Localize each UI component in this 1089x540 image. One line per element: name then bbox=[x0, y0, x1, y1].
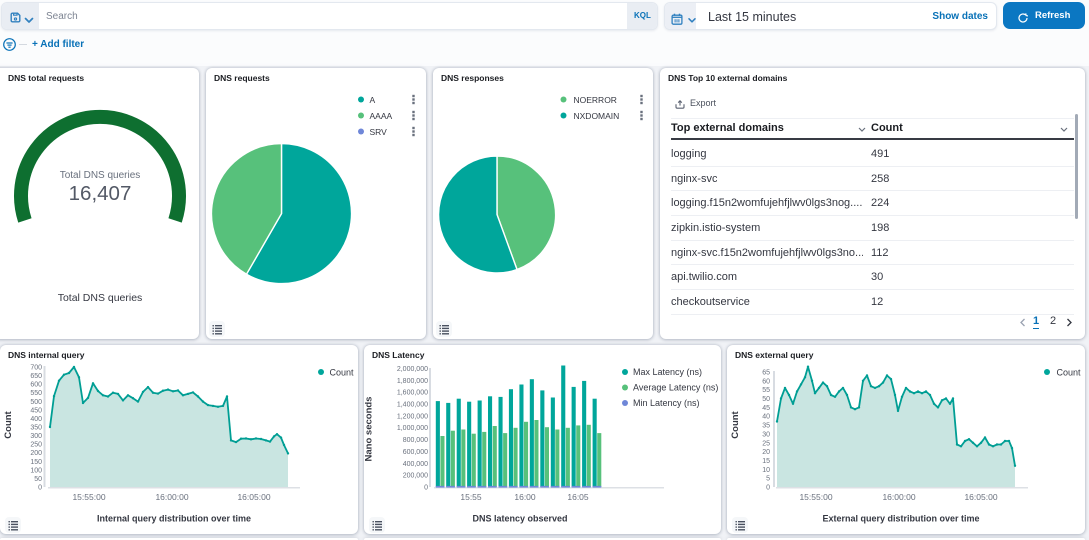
svg-text:5: 5 bbox=[766, 476, 770, 483]
svg-text:350: 350 bbox=[30, 425, 42, 432]
svg-text:450: 450 bbox=[30, 407, 42, 414]
svg-text:550: 550 bbox=[30, 390, 42, 397]
svg-text:NOERROR: NOERROR bbox=[574, 95, 617, 105]
svg-text:1,000,000: 1,000,000 bbox=[397, 425, 428, 432]
svg-text:15:55: 15:55 bbox=[460, 492, 482, 502]
svg-text:100: 100 bbox=[30, 467, 42, 474]
svg-text:600: 600 bbox=[30, 382, 42, 389]
svg-text:1,200,000: 1,200,000 bbox=[397, 413, 428, 420]
svg-text:65: 65 bbox=[762, 370, 770, 377]
svg-text:SRV: SRV bbox=[370, 127, 388, 137]
svg-text:600,000: 600,000 bbox=[403, 449, 428, 456]
svg-text:1,400,000: 1,400,000 bbox=[397, 402, 428, 409]
svg-text:400,000: 400,000 bbox=[403, 461, 428, 468]
svg-text:Count: Count bbox=[3, 410, 14, 438]
svg-text:Count: Count bbox=[1057, 368, 1082, 378]
svg-text:500: 500 bbox=[30, 399, 42, 406]
svg-text:16:00: 16:00 bbox=[514, 492, 536, 502]
svg-text:60: 60 bbox=[762, 378, 770, 385]
svg-text:35: 35 bbox=[762, 423, 770, 430]
svg-text:Average Latency (ns): Average Latency (ns) bbox=[633, 383, 718, 393]
svg-text:50: 50 bbox=[34, 476, 42, 483]
svg-text:55: 55 bbox=[762, 387, 770, 394]
svg-text:2,000,000: 2,000,000 bbox=[397, 366, 428, 373]
svg-text:700: 700 bbox=[30, 365, 42, 372]
svg-text:Total DNS queries: Total DNS queries bbox=[60, 170, 141, 181]
svg-text:650: 650 bbox=[30, 373, 42, 380]
svg-text:Count: Count bbox=[330, 368, 355, 378]
svg-text:300: 300 bbox=[30, 433, 42, 440]
svg-text:20: 20 bbox=[762, 449, 770, 456]
svg-text:15: 15 bbox=[762, 458, 770, 465]
svg-text:Count: Count bbox=[730, 410, 741, 438]
svg-text:200: 200 bbox=[30, 450, 42, 457]
svg-text:AAAA: AAAA bbox=[370, 111, 393, 121]
svg-text:Internal query distribution ov: Internal query distribution over time bbox=[97, 514, 251, 524]
svg-text:0: 0 bbox=[766, 485, 770, 492]
svg-text:16:05:00: 16:05:00 bbox=[237, 492, 270, 502]
svg-text:10: 10 bbox=[762, 467, 770, 474]
svg-text:A: A bbox=[370, 95, 376, 105]
svg-text:16:05:00: 16:05:00 bbox=[964, 492, 997, 502]
svg-text:16:00:00: 16:00:00 bbox=[155, 492, 188, 502]
svg-text:45: 45 bbox=[762, 405, 770, 412]
svg-text:0: 0 bbox=[424, 485, 428, 492]
svg-text:800,000: 800,000 bbox=[403, 437, 428, 444]
svg-text:16:05: 16:05 bbox=[567, 492, 589, 502]
svg-text:0: 0 bbox=[38, 485, 42, 492]
svg-text:External query distribution ov: External query distribution over time bbox=[822, 514, 979, 524]
svg-text:15:55:00: 15:55:00 bbox=[72, 492, 105, 502]
svg-text:16,407: 16,407 bbox=[69, 182, 132, 205]
svg-text:25: 25 bbox=[762, 440, 770, 447]
svg-text:DNS latency observed: DNS latency observed bbox=[472, 514, 567, 524]
svg-text:15:55:00: 15:55:00 bbox=[799, 492, 832, 502]
svg-text:150: 150 bbox=[30, 459, 42, 466]
svg-text:Max Latency (ns): Max Latency (ns) bbox=[633, 367, 702, 377]
svg-text:30: 30 bbox=[762, 431, 770, 438]
svg-text:400: 400 bbox=[30, 416, 42, 423]
svg-text:Total DNS queries: Total DNS queries bbox=[58, 292, 143, 304]
svg-text:Min Latency (ns): Min Latency (ns) bbox=[633, 398, 700, 408]
svg-text:1,800,000: 1,800,000 bbox=[397, 378, 428, 385]
svg-text:1,600,000: 1,600,000 bbox=[397, 390, 428, 397]
svg-text:250: 250 bbox=[30, 442, 42, 449]
svg-text:40: 40 bbox=[762, 414, 770, 421]
svg-text:16:00:00: 16:00:00 bbox=[882, 492, 915, 502]
svg-text:Nano seconds: Nano seconds bbox=[364, 397, 375, 462]
svg-text:NXDOMAIN: NXDOMAIN bbox=[574, 111, 620, 121]
svg-text:200,000: 200,000 bbox=[403, 473, 428, 480]
svg-text:50: 50 bbox=[762, 396, 770, 403]
